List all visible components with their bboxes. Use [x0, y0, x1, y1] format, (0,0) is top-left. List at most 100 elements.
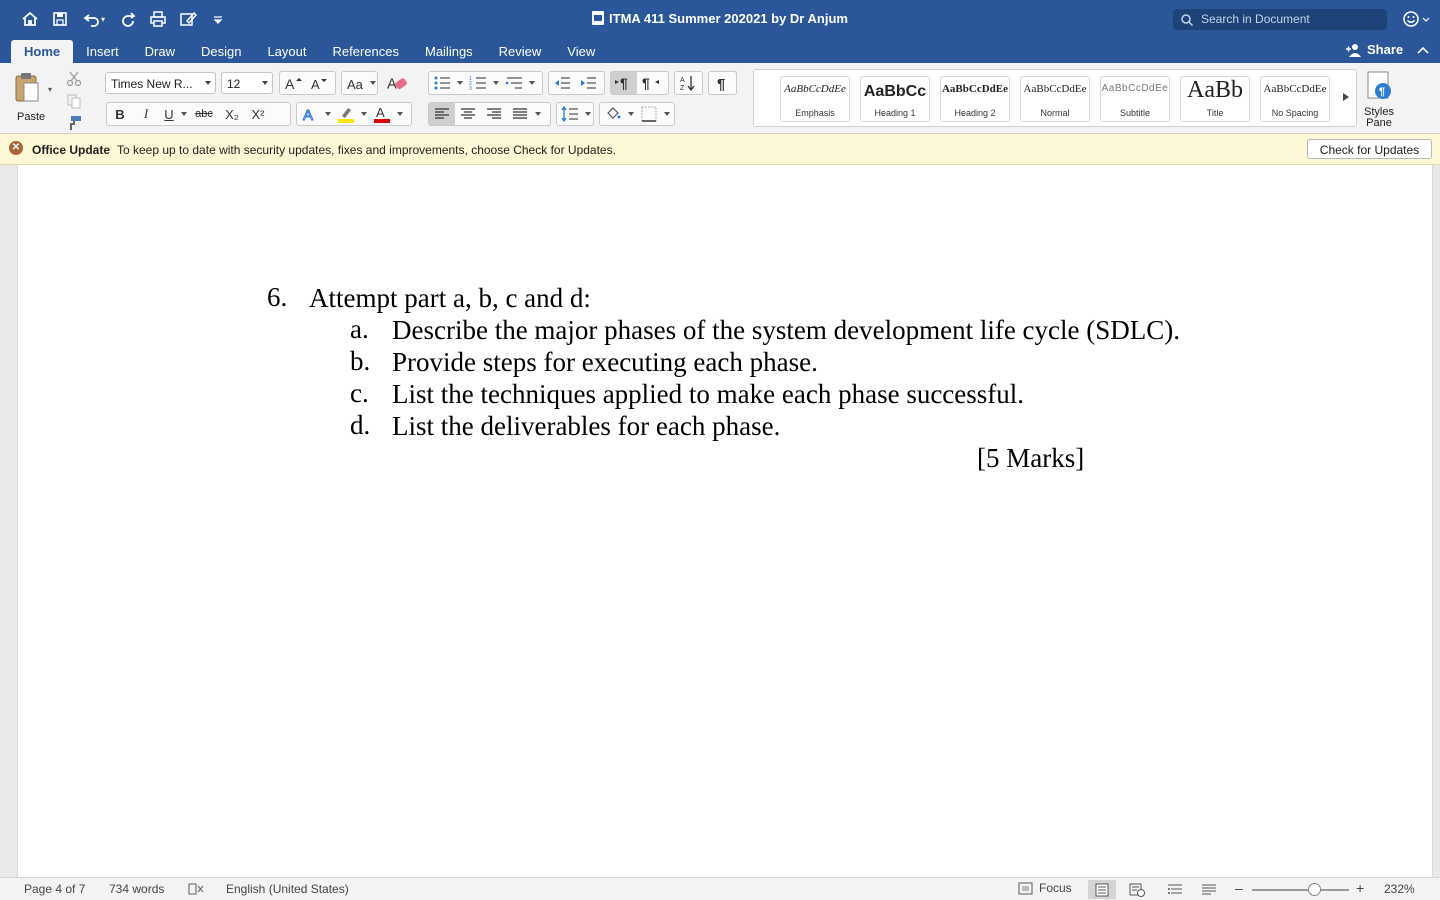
highlight-button[interactable]: [333, 103, 359, 125]
shading-borders-group: [599, 102, 675, 126]
paste-button[interactable]: ▾ Paste: [10, 69, 56, 129]
sort-button[interactable]: AZ: [675, 72, 701, 94]
page-count[interactable]: Page 4 of 7: [24, 882, 85, 896]
text-effects-icon: A: [303, 107, 314, 124]
multilevel-list-dropdown[interactable]: [527, 72, 537, 94]
font-style-group: B I U abc X₂ X²: [106, 102, 291, 126]
borders-dropdown[interactable]: [662, 103, 672, 125]
shading-dropdown[interactable]: [626, 103, 636, 125]
change-case-dropdown[interactable]: [368, 72, 377, 94]
zoom-slider-track[interactable]: [1252, 889, 1349, 891]
right-to-left-button[interactable]: ¶: [637, 72, 663, 94]
highlight-dropdown[interactable]: [359, 103, 369, 125]
cut-icon[interactable]: [66, 71, 82, 87]
styles-gallery-next-icon[interactable]: [1343, 93, 1349, 101]
style-subtitle[interactable]: AaBbCcDdEe Subtitle: [1100, 76, 1170, 122]
close-icon[interactable]: ✕: [9, 141, 23, 155]
style-heading-1[interactable]: AaBbCc Heading 1: [860, 76, 930, 122]
list-group: 123: [428, 71, 543, 95]
tab-review[interactable]: Review: [486, 40, 555, 63]
styles-pane-button[interactable]: ¶ Styles Pane: [1362, 71, 1396, 129]
zoom-in-button[interactable]: +: [1356, 880, 1364, 896]
outline-icon: [1168, 884, 1182, 894]
svg-text:A: A: [285, 76, 295, 92]
feedback-smiley-icon[interactable]: [1402, 10, 1430, 28]
share-button[interactable]: Share: [1345, 42, 1429, 57]
draft-view-button[interactable]: [1196, 880, 1222, 899]
search-input[interactable]: Search in Document: [1173, 9, 1387, 30]
align-center-button[interactable]: [455, 103, 481, 125]
outline-view-button[interactable]: [1162, 880, 1188, 899]
bullets-dropdown[interactable]: [455, 72, 465, 94]
font-name-dropdown[interactable]: Times New R...: [105, 72, 216, 94]
justify-dropdown[interactable]: [533, 103, 543, 125]
grow-font-button[interactable]: A: [280, 72, 306, 94]
style-title[interactable]: AaBb Title: [1180, 76, 1250, 122]
copy-icon[interactable]: [66, 93, 82, 109]
shrink-font-button[interactable]: A: [306, 72, 332, 94]
left-to-right-button[interactable]: ¶: [611, 72, 637, 94]
zoom-out-button[interactable]: –: [1235, 880, 1243, 896]
bold-button[interactable]: B: [107, 103, 133, 125]
check-for-updates-button[interactable]: Check for Updates: [1307, 139, 1432, 159]
justify-button[interactable]: [507, 103, 533, 125]
underline-button[interactable]: U: [159, 103, 179, 125]
tab-mailings[interactable]: Mailings: [412, 40, 486, 63]
borders-button[interactable]: [636, 103, 662, 125]
multilevel-list-button[interactable]: [501, 72, 527, 94]
style-emphasis[interactable]: AaBbCcDdEe Emphasis: [780, 76, 850, 122]
tab-references[interactable]: References: [320, 40, 412, 63]
print-layout-view-button[interactable]: [1088, 880, 1116, 899]
text-effects-dropdown[interactable]: [323, 103, 333, 125]
paste-dropdown-icon[interactable]: ▾: [48, 85, 52, 94]
focus-button[interactable]: Focus: [1018, 881, 1072, 895]
shading-button[interactable]: [600, 103, 626, 125]
align-right-button[interactable]: [481, 103, 507, 125]
font-size-dropdown[interactable]: 12: [221, 72, 273, 94]
style-heading-2[interactable]: AaBbCcDdEe Heading 2: [940, 76, 1010, 122]
tab-layout[interactable]: Layout: [254, 40, 319, 63]
language[interactable]: English (United States): [226, 882, 349, 896]
font-color-dropdown[interactable]: [395, 103, 405, 125]
italic-button[interactable]: I: [133, 103, 159, 125]
bullets-button[interactable]: [429, 72, 455, 94]
align-left-button[interactable]: [429, 103, 455, 125]
numbering-button[interactable]: 123: [465, 72, 491, 94]
chevron-down-icon: [205, 81, 211, 85]
style-sample: AaBbCcDdEe: [784, 83, 846, 95]
superscript-button[interactable]: X²: [245, 103, 271, 125]
strikethrough-button[interactable]: abc: [189, 103, 219, 125]
subscript-button[interactable]: X₂: [219, 103, 245, 125]
question-text: Attempt part a, b, c and d:: [309, 283, 591, 313]
underline-dropdown[interactable]: [179, 103, 189, 125]
clear-formatting-button[interactable]: A: [384, 72, 410, 94]
zoom-slider-handle[interactable]: [1308, 883, 1321, 896]
tab-draw[interactable]: Draw: [132, 40, 188, 63]
change-case-button[interactable]: Aa: [342, 72, 368, 94]
show-formatting-marks-button[interactable]: ¶: [709, 72, 735, 94]
collapse-ribbon-icon[interactable]: [1417, 46, 1429, 54]
word-count[interactable]: 734 words: [109, 882, 164, 896]
numbering-dropdown[interactable]: [491, 72, 501, 94]
line-spacing-button[interactable]: [557, 103, 583, 125]
text-effects-button[interactable]: A: [297, 103, 323, 125]
tab-design[interactable]: Design: [188, 40, 254, 63]
tab-home[interactable]: Home: [11, 40, 74, 63]
line-spacing-dropdown[interactable]: [583, 103, 593, 125]
style-normal[interactable]: AaBbCcDdEe Normal: [1020, 76, 1090, 122]
tab-view[interactable]: View: [554, 40, 608, 63]
zoom-level[interactable]: 232%: [1384, 882, 1415, 896]
font-color-button[interactable]: A: [369, 103, 395, 125]
web-layout-view-button[interactable]: [1124, 880, 1150, 899]
proofing-icon[interactable]: [188, 882, 204, 896]
decrease-indent-button[interactable]: [549, 72, 575, 94]
marks-label: [5 Marks]: [977, 443, 1085, 473]
style-no-spacing[interactable]: AaBbCcDdEe No Spacing: [1260, 76, 1330, 122]
increase-indent-button[interactable]: [575, 72, 601, 94]
justify-icon: [513, 108, 527, 119]
document-page[interactable]: 6. Attempt part a, b, c and d: a. Descri…: [17, 165, 1433, 877]
format-painter-icon[interactable]: [66, 115, 82, 131]
styles-pane-icon: ¶: [1367, 71, 1391, 99]
tab-insert[interactable]: Insert: [73, 40, 132, 63]
font-size-grow-shrink: A A: [279, 71, 336, 95]
